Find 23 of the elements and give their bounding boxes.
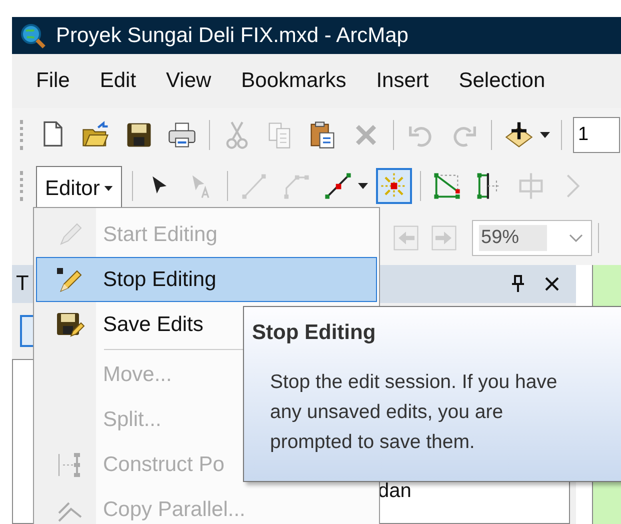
globe-magnifier-icon <box>20 22 46 48</box>
window-title: Proyek Sungai Deli FIX.mxd - ArcMap <box>56 24 408 48</box>
close-icon[interactable] <box>544 276 560 292</box>
caret-icon[interactable] <box>540 132 550 138</box>
menu-item[interactable]: Bookmarks <box>241 69 346 93</box>
panel-title: T <box>16 272 29 296</box>
caret-icon <box>104 186 113 191</box>
zoom-combo[interactable]: 59% <box>472 220 592 256</box>
layer-label[interactable]: dan <box>378 480 412 502</box>
snapping-icon[interactable] <box>378 170 410 202</box>
menu-item[interactable]: View <box>166 69 212 93</box>
menu-item[interactable]: Edit <box>100 69 136 93</box>
menu-item[interactable]: File <box>36 69 70 93</box>
caret-icon[interactable] <box>358 183 368 189</box>
menu-item[interactable]: Selection <box>458 69 546 93</box>
scale-field[interactable]: 1 <box>573 117 620 153</box>
menu-item[interactable]: Insert <box>376 69 429 93</box>
menu-command[interactable]: Stop Editing <box>36 257 377 302</box>
tooltip-title: Stop Editing <box>252 321 377 345</box>
editor-menu-button[interactable]: Editor <box>36 166 122 210</box>
tooltip-text: Stop the edit session. If you have any unsaved edits, you are prompted to save them. <box>270 370 558 455</box>
pin-icon[interactable] <box>510 275 526 293</box>
chevron-down-icon <box>569 234 583 242</box>
